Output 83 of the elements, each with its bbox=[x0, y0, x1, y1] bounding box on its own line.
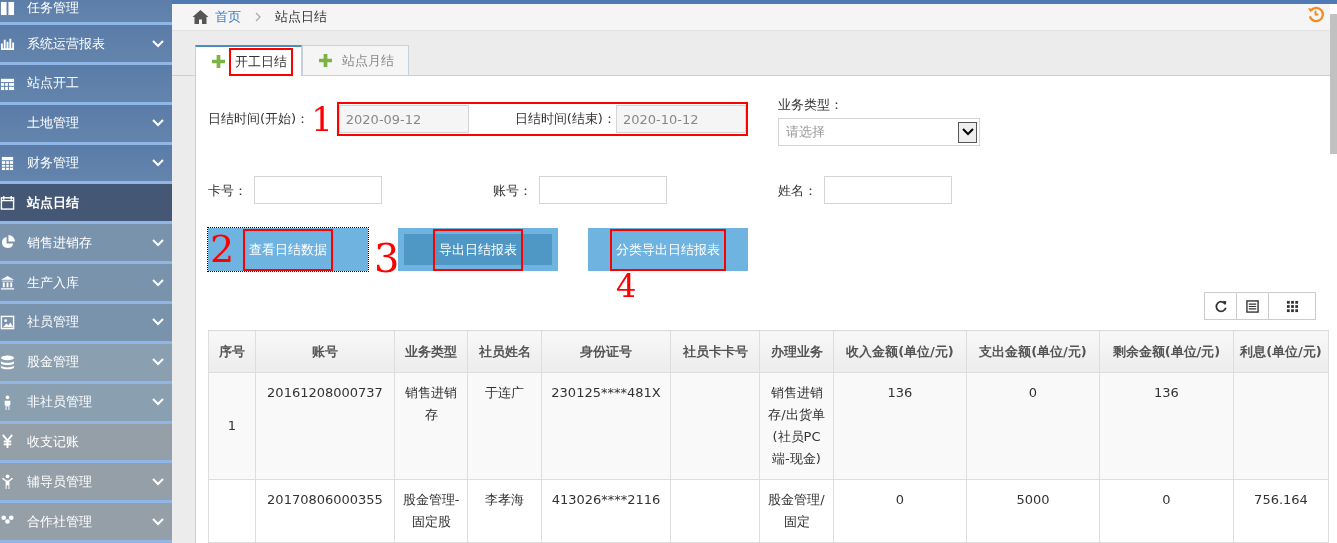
column-header: 身份证号 bbox=[541, 330, 671, 373]
column-header: 账号 bbox=[255, 330, 395, 373]
sidebar-item[interactable]: 财务管理 bbox=[0, 144, 172, 185]
grid-view-icon[interactable] bbox=[1268, 292, 1316, 320]
bank-icon bbox=[0, 275, 15, 291]
column-header: 收入金额(单位/元) bbox=[833, 330, 967, 373]
annotation-mark: 4 bbox=[616, 270, 637, 302]
column-header: 社员卡卡号 bbox=[670, 330, 760, 373]
refresh-icon[interactable] bbox=[1204, 292, 1237, 320]
sidebar-item[interactable]: 生产入库 bbox=[0, 264, 172, 304]
table-cell: 股金管理-固定股 bbox=[402, 492, 460, 529]
yen-icon bbox=[0, 434, 15, 450]
sidebar-item[interactable]: 站点开工 bbox=[0, 64, 172, 105]
field-label: 卡号： bbox=[208, 182, 242, 200]
sidebar-item[interactable]: 土地管理 bbox=[0, 104, 172, 145]
list-view-icon[interactable] bbox=[1236, 292, 1269, 320]
table-cell: 1 bbox=[227, 418, 237, 433]
field-label: 日结时间(开始)： bbox=[208, 110, 310, 128]
sidebar-item[interactable]: 系统运营报表 bbox=[0, 25, 172, 65]
sidebar-item[interactable]: 社员管理 bbox=[0, 304, 172, 344]
table-cell: 136 bbox=[887, 385, 913, 400]
bar-chart-icon bbox=[0, 36, 15, 52]
column-header: 利息(单位/元) bbox=[1233, 330, 1329, 373]
table-cell: 136 bbox=[1154, 385, 1179, 400]
reload-icon[interactable] bbox=[1307, 6, 1324, 23]
column-header: 序号 bbox=[208, 330, 256, 373]
input-field[interactable] bbox=[539, 176, 667, 204]
picture-icon bbox=[0, 314, 15, 330]
annotation-mark: 2 bbox=[210, 230, 235, 268]
person-icon bbox=[0, 474, 15, 490]
sidebar-item[interactable]: 非社员管理 bbox=[0, 383, 172, 424]
table-cell: 230125****481X bbox=[551, 385, 661, 400]
table-cell: 销售进销存 bbox=[405, 385, 457, 422]
table-cell: 20161208000737 bbox=[267, 385, 383, 400]
sidebar-item[interactable]: 站点日结 bbox=[0, 184, 172, 225]
column-header: 支出金额(单位/元) bbox=[966, 330, 1100, 373]
sidebar-item[interactable]: 销售进销存 bbox=[0, 224, 172, 265]
chevron-right-icon bbox=[255, 12, 261, 22]
tab[interactable]: 站点月结 bbox=[302, 45, 409, 75]
sidebar-item[interactable]: 股金管理 bbox=[0, 343, 172, 384]
breadcrumb-link[interactable]: 首页 bbox=[215, 8, 241, 26]
table-cell: 0 bbox=[1162, 492, 1171, 507]
annotation-mark: 3 bbox=[374, 238, 400, 278]
table-cell: 销售进销存/出货单(社员PC端-现金) bbox=[768, 385, 825, 466]
table-cell: 413026****2116 bbox=[551, 492, 661, 507]
chevron-down-icon bbox=[958, 121, 977, 143]
table-cell: 20170806000355 bbox=[267, 492, 383, 507]
field-label: 日结时间(结束)： bbox=[514, 110, 616, 128]
table-cell: 756.164 bbox=[1254, 492, 1308, 507]
database-icon bbox=[0, 354, 15, 370]
breadcrumb-current: 站点日结 bbox=[275, 8, 327, 26]
calculator-icon bbox=[0, 155, 15, 171]
sidebar-item[interactable]: 辅导员管理 bbox=[0, 463, 172, 504]
table-cell: 于连广 bbox=[485, 385, 524, 400]
table-cell: 股金管理/固定 bbox=[768, 492, 825, 529]
field-label: 业务类型： bbox=[778, 96, 844, 114]
column-header: 社员姓名 bbox=[467, 330, 542, 373]
dropdown[interactable]: 请选择 bbox=[778, 118, 980, 146]
button[interactable]: 分类导出日结报表 bbox=[588, 228, 748, 271]
column-header: 办理业务 bbox=[759, 330, 834, 373]
field-label: 账号： bbox=[493, 182, 527, 200]
annotation-mark: 1 bbox=[311, 102, 333, 136]
plus-icon bbox=[319, 54, 332, 67]
plus-icon bbox=[212, 55, 225, 68]
table-cell: 5000 bbox=[1016, 492, 1050, 507]
button[interactable]: 导出日结报表 bbox=[398, 228, 558, 271]
tab[interactable]: 开工日结 bbox=[195, 45, 302, 76]
scrollbar[interactable] bbox=[1330, 14, 1337, 154]
column-header: 剩余金额(单位/元) bbox=[1099, 330, 1234, 373]
pie-chart-icon bbox=[0, 235, 15, 251]
sidebar-item[interactable]: 合作社管理 bbox=[0, 503, 172, 543]
table-cell: 0 bbox=[895, 492, 905, 507]
sidebar-item[interactable]: 任务管理 bbox=[0, 0, 172, 26]
table-cell: 李孝海 bbox=[485, 492, 524, 507]
column-header: 业务类型 bbox=[394, 330, 468, 373]
table-cell: 0 bbox=[1028, 385, 1038, 400]
sidebar-item[interactable]: 收支记账 bbox=[0, 423, 172, 464]
input-field[interactable] bbox=[254, 176, 382, 204]
input-field[interactable] bbox=[824, 176, 952, 204]
date-field[interactable]: 2020-09-12 bbox=[338, 105, 469, 133]
date-field[interactable]: 2020-10-12 bbox=[615, 105, 746, 133]
field-label: 姓名： bbox=[778, 182, 812, 200]
home-icon bbox=[192, 10, 209, 24]
